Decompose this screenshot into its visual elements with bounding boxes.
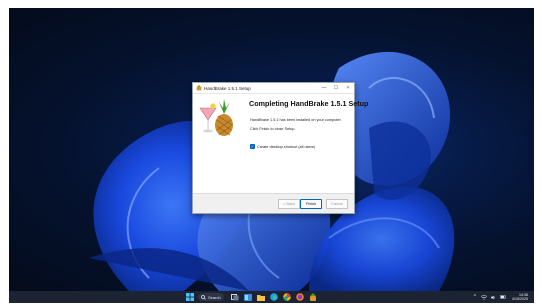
handbrake-logo	[199, 99, 233, 136]
file-explorer-icon[interactable]	[256, 293, 265, 302]
finish-button[interactable]: Finish	[300, 199, 322, 209]
maximize-button[interactable]: ☐	[330, 83, 342, 93]
checkbox-checked-icon[interactable]: ✓	[250, 144, 255, 149]
setup-window: HandBrake 1.5.1 Setup — ☐ ✕ Completing H…	[192, 82, 368, 214]
edge-icon[interactable]	[269, 293, 278, 302]
title-bar: HandBrake 1.5.1 Setup — ☐ ✕	[193, 83, 354, 94]
search-icon	[201, 294, 206, 300]
firefox-icon[interactable]	[295, 293, 304, 302]
screen: HandBrake 1.5.1 Setup — ☐ ✕ Completing H…	[0, 0, 542, 305]
handbrake-icon	[196, 85, 202, 91]
minimize-button[interactable]: —	[318, 83, 330, 93]
taskbar-search-box[interactable]: Search	[198, 293, 224, 301]
system-tray: ^ 14:36 4/15/2025	[469, 291, 528, 303]
finish-instruction: Click Finish to close Setup.	[250, 127, 296, 131]
taskbar-center: Search	[185, 291, 321, 303]
back-button[interactable]: < Back	[278, 199, 300, 209]
tray-chevron-icon[interactable]: ^	[474, 294, 476, 300]
handbrake-taskbar-icon[interactable]	[308, 293, 317, 302]
network-icon[interactable]	[481, 294, 487, 300]
volume-icon[interactable]	[491, 295, 496, 300]
window-content: Completing HandBrake 1.5.1 Setup HandBra…	[193, 94, 368, 192]
desktop-shortcut-checkbox[interactable]: ✓ Create desktop shortcut (all users)	[250, 144, 315, 149]
taskbar: Search ^ 14:36 4/15/2025	[9, 291, 534, 303]
battery-icon[interactable]	[500, 295, 506, 299]
widgets-icon[interactable]	[243, 293, 252, 302]
close-button[interactable]: ✕	[342, 83, 354, 93]
button-bar: < Back Finish Cancel	[193, 193, 354, 213]
clock-date: 4/15/2025	[512, 297, 528, 301]
task-view-icon[interactable]	[230, 293, 239, 302]
search-label: Search	[208, 294, 221, 300]
start-icon[interactable]	[185, 293, 194, 302]
chrome-icon[interactable]	[282, 293, 291, 302]
checkbox-label[interactable]: Create desktop shortcut (all users)	[257, 145, 315, 149]
window-title: HandBrake 1.5.1 Setup	[204, 85, 251, 91]
taskbar-clock[interactable]: 14:36 4/15/2025	[512, 293, 528, 302]
page-heading: Completing HandBrake 1.5.1 Setup	[249, 99, 369, 108]
cancel-button[interactable]: Cancel	[326, 199, 348, 209]
install-message: HandBrake 1.5.1 has been installed on yo…	[250, 118, 342, 122]
